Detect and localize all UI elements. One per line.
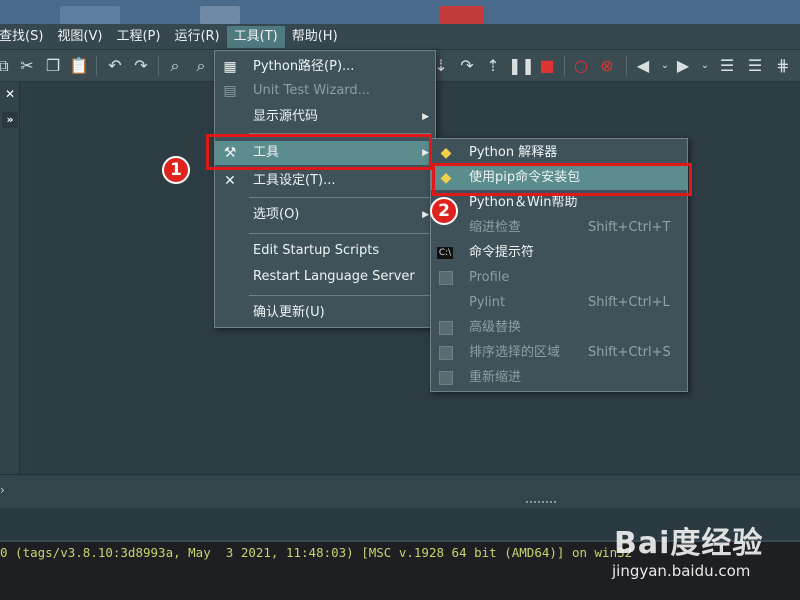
lower-panel-bar: › xyxy=(0,474,800,508)
clear-breakpoints-icon[interactable]: ⊗ xyxy=(596,55,618,77)
undo-icon[interactable]: ↶ xyxy=(104,55,126,77)
toolbar-separator xyxy=(626,56,627,76)
submenu-arrow-icon: ▶ xyxy=(422,148,429,158)
arrow-icon[interactable]: › xyxy=(0,483,5,497)
cut-icon[interactable]: ✂ xyxy=(16,55,38,77)
submenu-item-python-win-help[interactable]: Python＆Win帮助 xyxy=(431,191,687,215)
menu-item-check-updates[interactable]: 确认更新(U) xyxy=(215,301,435,325)
menu-help[interactable]: 帮助(H) xyxy=(285,26,345,48)
submenu-item-python-interpreter[interactable]: ◆ Python 解释器 xyxy=(431,141,687,165)
menu-project[interactable]: 工程(P) xyxy=(109,26,167,48)
forward-icon[interactable]: ▶ xyxy=(672,55,694,77)
submenu-item-profile[interactable]: Profile xyxy=(431,266,687,290)
toolbar-separator xyxy=(564,56,565,76)
menu-item-tools[interactable]: ⚒ 工具 ▶ xyxy=(215,141,435,165)
hammer-icon: ⚒ xyxy=(223,145,237,161)
menu-item-options[interactable]: 选项(O) ▶ xyxy=(215,203,435,227)
menu-tools[interactable]: 工具(T) xyxy=(226,25,285,48)
format-icon[interactable]: ⋕ xyxy=(772,55,794,77)
desktop-block xyxy=(440,6,484,24)
indent-icon[interactable]: ☰ xyxy=(716,55,738,77)
python-icon: ◆ xyxy=(440,145,452,161)
console-line: 0 (tags/v3.8.10:3d8993a, May 3 2021, 11:… xyxy=(0,545,633,560)
submenu-arrow-icon: ▶ xyxy=(422,112,429,122)
disabled-item-icon xyxy=(437,320,455,336)
panel-splitter[interactable] xyxy=(20,82,27,474)
step-badge-1: 1 xyxy=(162,156,190,184)
chevron-down-icon[interactable]: ⌄ xyxy=(694,55,716,77)
submenu-item-pip-install[interactable]: ◆ 使用pip命令安装包 xyxy=(431,166,687,190)
submenu-item-advanced-replace[interactable]: 高级替换 xyxy=(431,316,687,340)
menu-separator xyxy=(249,295,431,296)
disabled-item-icon xyxy=(437,370,455,386)
copy-icon[interactable]: ⧉ xyxy=(0,55,14,77)
submenu-item-pylint[interactable]: Pylint Shift+Ctrl+L xyxy=(431,291,687,315)
back-icon[interactable]: ◀ xyxy=(632,55,654,77)
cmd-icon: C:\ xyxy=(437,247,453,259)
clipboard-icon: ▤ xyxy=(223,83,237,99)
watermark-logo: Bai度经验 xyxy=(614,526,764,561)
step-out-icon[interactable]: ⇡ xyxy=(482,55,504,77)
menu-bar: 查找(S) 视图(V) 工程(P) 运行(R) 工具(T) 帮助(H) xyxy=(0,24,800,50)
menu-separator xyxy=(249,197,431,198)
desktop-block xyxy=(200,6,240,24)
submenu-item-sort-selection[interactable]: 排序选择的区域 Shift+Ctrl+S xyxy=(431,341,687,365)
submenu-item-reindent[interactable]: 重新缩进 xyxy=(431,366,687,390)
close-icon[interactable]: ✕ xyxy=(2,86,18,102)
menu-search[interactable]: 查找(S) xyxy=(0,26,50,48)
search-replace-icon[interactable]: ⌕ xyxy=(190,55,212,77)
watermark-url: jingyan.baidu.com xyxy=(612,562,751,580)
menu-item-tool-settings[interactable]: ✕ 工具设定(T)... xyxy=(215,169,435,193)
outdent-icon[interactable]: ☰ xyxy=(744,55,766,77)
menu-item-restart-language-server[interactable]: Restart Language Server xyxy=(215,265,435,289)
submenu-item-command-prompt[interactable]: C:\ 命令提示符 xyxy=(431,241,687,265)
menu-separator xyxy=(249,233,431,234)
step-over-icon[interactable]: ↷ xyxy=(456,55,478,77)
left-side-panel: ✕ » xyxy=(0,82,20,474)
menu-run[interactable]: 运行(R) xyxy=(167,26,226,48)
menu-item-python-path[interactable]: ▦ Python路径(P)... xyxy=(215,55,435,79)
menu-separator xyxy=(249,133,431,134)
toolbar-separator xyxy=(158,56,159,76)
desktop-block xyxy=(60,6,120,24)
menu-view[interactable]: 视图(V) xyxy=(50,26,109,48)
toolbar-separator xyxy=(96,56,97,76)
search-icon[interactable]: ⌕ xyxy=(164,55,186,77)
breakpoint-icon[interactable]: ○ xyxy=(570,55,592,77)
tools-settings-icon: ✕ xyxy=(224,173,236,189)
disabled-item-icon xyxy=(437,270,455,286)
copy-icon[interactable]: ❐ xyxy=(42,55,64,77)
menu-item-show-source[interactable]: 显示源代码 ▶ xyxy=(215,105,435,129)
python-path-icon: ▦ xyxy=(223,59,237,75)
menu-item-edit-startup-scripts[interactable]: Edit Startup Scripts xyxy=(215,239,435,263)
submenu-arrow-icon: ▶ xyxy=(422,210,429,220)
submenu-item-indent-check[interactable]: 缩进检查 Shift+Ctrl+T xyxy=(431,216,687,240)
pause-icon[interactable]: ❚❚ xyxy=(508,55,535,77)
tools-submenu: ◆ Python 解释器 ◆ 使用pip命令安装包 Python＆Win帮助 缩… xyxy=(430,138,688,392)
paste-icon[interactable]: 📋 xyxy=(68,55,90,77)
step-badge-2: 2 xyxy=(430,197,458,225)
expand-icon[interactable]: » xyxy=(2,112,18,128)
stop-icon[interactable]: ■ xyxy=(536,55,558,77)
redo-icon[interactable]: ↷ xyxy=(130,55,152,77)
tools-menu: ▦ Python路径(P)... ▤ Unit Test Wizard... 显… xyxy=(214,50,436,328)
python-icon: ◆ xyxy=(440,170,452,186)
desktop-strip xyxy=(0,0,800,24)
splitter-grip[interactable] xyxy=(526,501,556,505)
menu-item-unit-test-wizard[interactable]: ▤ Unit Test Wizard... xyxy=(215,79,435,103)
disabled-item-icon xyxy=(437,345,455,361)
